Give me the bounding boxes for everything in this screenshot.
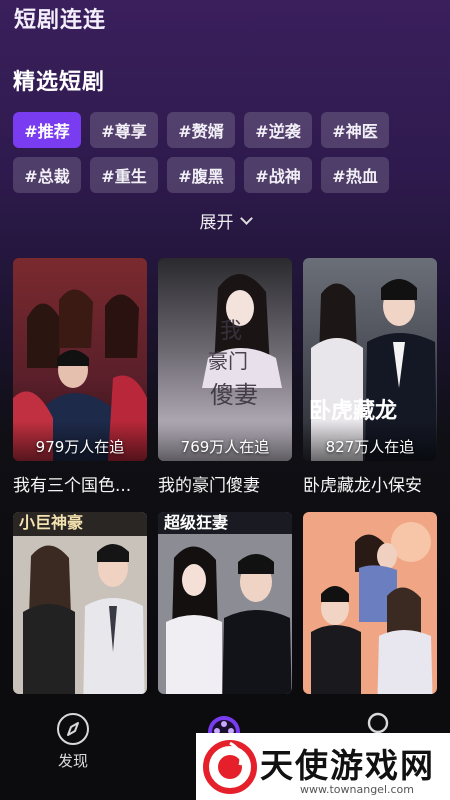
app-title: 短剧连连 [14, 8, 107, 33]
drama-card[interactable]: 我 豪门 傻妻 769万人在追 我的豪门傻妻 [158, 258, 292, 496]
drama-title[interactable]: 卧虎藏龙小保安 [303, 471, 437, 496]
poster-image[interactable]: 卧虎藏龙 827万人在追 [303, 258, 437, 461]
tag-doctor[interactable]: #神医 [321, 112, 389, 148]
drama-card[interactable]: 979万人在追 我有三个国色... [13, 258, 147, 496]
view-count: 769万人在追 [180, 438, 270, 456]
drama-card[interactable]: 小巨神豪 [13, 512, 147, 694]
svg-text:超级狂妻: 超级狂妻 [163, 513, 228, 532]
svg-text:豪门: 豪门 [208, 349, 248, 373]
svg-text:傻妻: 傻妻 [210, 381, 258, 409]
svg-text:小巨神豪: 小巨神豪 [19, 513, 83, 532]
nav-discover[interactable]: 发现 [50, 712, 96, 771]
tag-war-god[interactable]: #战神 [244, 157, 312, 193]
drama-title[interactable]: 我的豪门傻妻 [158, 471, 292, 496]
poster-art: 超级狂妻 [158, 512, 292, 694]
poster-image[interactable]: 我 豪门 傻妻 769万人在追 [158, 258, 292, 461]
view-count: 979万人在追 [35, 438, 125, 456]
poster-image[interactable]: 超级狂妻 [158, 512, 292, 694]
compass-icon [57, 713, 89, 745]
poster-image[interactable] [303, 512, 437, 694]
poster-art: 小巨神豪 [13, 512, 147, 694]
drama-card[interactable] [303, 512, 437, 694]
watermark-text: 天使游戏网 [260, 746, 435, 785]
section-title: 精选短剧 [13, 70, 106, 95]
tag-premium[interactable]: #尊享 [90, 112, 158, 148]
drama-card[interactable]: 超级狂妻 [158, 512, 292, 694]
watermark-url: www.townangel.com [300, 783, 414, 796]
nav-discover-label: 发现 [57, 752, 88, 770]
tag-passion[interactable]: #热血 [321, 157, 389, 193]
view-count: 827万人在追 [325, 438, 415, 456]
chevron-down-icon [239, 211, 253, 225]
poster-image[interactable]: 小巨神豪 [13, 512, 147, 694]
expand-button[interactable]: 展开 [0, 208, 450, 233]
tag-ceo[interactable]: #总裁 [13, 157, 81, 193]
tag-recommend[interactable]: #推荐 [13, 112, 81, 148]
drama-title[interactable]: 我有三个国色... [13, 471, 147, 496]
tag-rebirth[interactable]: #重生 [90, 157, 158, 193]
expand-label: 展开 [199, 213, 234, 233]
poster-image[interactable]: 979万人在追 [13, 258, 147, 461]
drama-card[interactable]: 卧虎藏龙 827万人在追 卧虎藏龙小保安 [303, 258, 437, 496]
poster-art [303, 512, 437, 694]
tag-scheming[interactable]: #腹黑 [167, 157, 235, 193]
watermark: 天使游戏网 www.townangel.com [196, 733, 450, 800]
tag-son-in-law[interactable]: #赘婿 [167, 112, 235, 148]
watermark-logo-icon [203, 740, 257, 794]
svg-text:我: 我 [220, 319, 242, 344]
tag-comeback[interactable]: #逆袭 [244, 112, 312, 148]
tag-list: #推荐 #尊享 #赘婿 #逆袭 #神医 #总裁 #重生 #腹黑 #战神 #热血 [13, 112, 438, 193]
